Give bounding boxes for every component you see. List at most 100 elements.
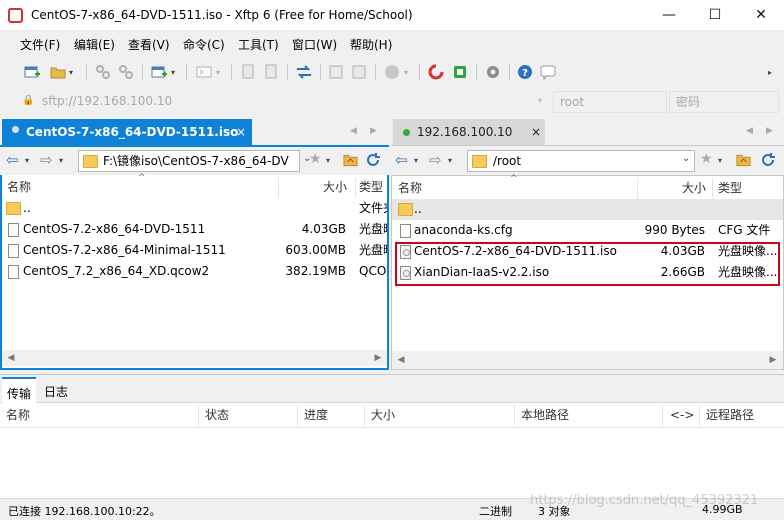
xshell-icon[interactable] (428, 64, 444, 80)
refresh-icon[interactable] (760, 152, 776, 168)
chat-icon[interactable] (540, 64, 556, 80)
file-icon (400, 223, 411, 238)
tab-scroll-left-icon[interactable]: ◀ (746, 126, 753, 136)
menu-edit[interactable]: 编辑(E) (74, 36, 115, 53)
col-local-path[interactable]: 本地路径 (521, 405, 569, 426)
col-remote-path[interactable]: 远程路径 (706, 405, 754, 426)
list-item[interactable]: .. 文件夹 (2, 198, 387, 219)
tab-remote[interactable]: 192.168.100.10 × (393, 119, 545, 145)
col-size[interactable]: 大小 (682, 178, 706, 199)
local-path-field[interactable]: F:\镜像iso\CentOS-7-x86_64-DV (78, 150, 300, 172)
host-input[interactable]: sftp://192.168.100.10 (36, 91, 552, 113)
password-input[interactable]: 密码 (669, 91, 779, 113)
new-tab-dropdown-icon[interactable]: ▾ (171, 68, 175, 77)
list-item[interactable]: .. (392, 199, 783, 220)
tab-local[interactable]: CentOS-7-x86_64-DVD-1511.iso × (2, 119, 252, 145)
file-size: 382.19MB (285, 264, 346, 278)
scroll-right-icon[interactable]: ▶ (371, 351, 385, 365)
toolbar-overflow-icon[interactable]: ▸ (768, 68, 772, 77)
list-item[interactable]: anaconda-ks.cfg 990 Bytes CFG 文件 (392, 220, 783, 241)
tab-transfer[interactable]: 传输 (2, 377, 36, 403)
local-h-scrollbar[interactable]: ◀ ▶ (2, 350, 387, 366)
remote-path-field[interactable]: /root (467, 150, 695, 172)
terminal-dropdown-icon[interactable]: ▾ (216, 68, 220, 77)
bookmark-dropdown-icon[interactable]: ▾ (326, 156, 330, 165)
local-list-header: 名称 ^ 大小 类型 (2, 173, 387, 198)
highlight-box (395, 242, 780, 286)
menu-window[interactable]: 窗口(W) (292, 36, 337, 53)
forward-dropdown-icon[interactable]: ▾ (59, 156, 63, 165)
terminal-icon[interactable] (196, 64, 212, 80)
gear-icon[interactable] (485, 64, 501, 80)
back-dropdown-icon[interactable]: ▾ (25, 156, 29, 165)
home-folder-icon[interactable] (736, 153, 751, 167)
remote-h-scrollbar[interactable]: ◀ ▶ (392, 351, 783, 369)
col-name[interactable]: 名称 (398, 178, 422, 199)
forward-icon[interactable]: ⇨ (429, 151, 442, 169)
new-session-icon[interactable] (24, 64, 40, 80)
transfer-mode[interactable]: 二进制 (479, 503, 512, 519)
new-tab-icon[interactable] (151, 64, 167, 80)
disconnect-icon[interactable] (118, 64, 134, 80)
open-dropdown-icon[interactable]: ▾ (69, 68, 73, 77)
list-item[interactable]: CentOS-7.2-x86_64-DVD-1511 4.03GB 光盘映像文件 (2, 219, 387, 240)
home-folder-icon[interactable] (343, 153, 358, 167)
connect-icon[interactable] (95, 64, 111, 80)
star-icon[interactable]: ★ (309, 151, 322, 167)
menu-file[interactable]: 文件(F) (20, 36, 60, 53)
list-item[interactable]: CentOS-7.2-x86_64-Minimal-1511 603.00MB … (2, 240, 387, 261)
col-transfer-status[interactable]: 状态 (205, 405, 229, 426)
maximize-button[interactable]: ☐ (692, 0, 738, 31)
menu-tools[interactable]: 工具(T) (238, 36, 279, 53)
menu-command[interactable]: 命令(C) (183, 36, 225, 53)
col-direction[interactable]: <-> (670, 405, 694, 426)
close-button[interactable]: ✕ (738, 0, 784, 31)
username-input[interactable]: root (553, 91, 667, 113)
globe-dropdown-icon[interactable]: ▾ (404, 68, 408, 77)
col-type[interactable]: 类型 (718, 178, 742, 199)
address-bar: 🔒 sftp://192.168.100.10 ▾ root 密码 (0, 88, 784, 116)
tab-log[interactable]: 日志 (44, 383, 68, 400)
open-folder-icon[interactable] (50, 64, 66, 80)
globe-icon[interactable] (384, 64, 400, 80)
col-type[interactable]: 类型 (359, 177, 383, 198)
path-dropdown-icon[interactable]: ⌄ (682, 153, 690, 164)
star-icon[interactable]: ★ (700, 151, 713, 167)
transfer-tabs: 传输 日志 (0, 375, 784, 403)
connection-status: 已连接 192.168.100.10:22。 (8, 505, 161, 518)
back-icon[interactable]: ⇦ (395, 151, 408, 169)
tab-scroll-right-icon[interactable]: ▶ (370, 126, 377, 136)
col-size[interactable]: 大小 (323, 177, 347, 198)
folder-icon (83, 155, 98, 168)
paste-icon[interactable] (263, 64, 279, 80)
folder-icon (6, 202, 21, 215)
col-transfer-size[interactable]: 大小 (371, 405, 395, 426)
bookmark-dropdown-icon[interactable]: ▾ (718, 156, 722, 165)
forward-icon[interactable]: ⇨ (40, 151, 53, 169)
menu-view[interactable]: 查看(V) (128, 36, 170, 53)
tab-scroll-right-icon[interactable]: ▶ (766, 126, 773, 136)
copy-icon[interactable] (240, 64, 256, 80)
tab-local-close-icon[interactable]: × (236, 125, 246, 139)
tab-scroll-left-icon[interactable]: ◀ (350, 126, 357, 136)
scroll-left-icon[interactable]: ◀ (4, 351, 18, 365)
col-name[interactable]: 名称 (7, 177, 31, 198)
forward-dropdown-icon[interactable]: ▾ (448, 156, 452, 165)
col-transfer-progress[interactable]: 进度 (304, 405, 328, 426)
refresh-icon[interactable] (365, 152, 381, 168)
menu-help[interactable]: 帮助(H) (350, 36, 392, 53)
delete-icon[interactable] (351, 64, 367, 80)
scroll-right-icon[interactable]: ▶ (766, 353, 780, 367)
back-icon[interactable]: ⇦ (6, 151, 19, 169)
help-icon[interactable]: ? (517, 64, 533, 80)
scroll-left-icon[interactable]: ◀ (394, 353, 408, 367)
col-transfer-name[interactable]: 名称 (6, 405, 30, 426)
xftp-icon[interactable] (452, 64, 468, 80)
back-dropdown-icon[interactable]: ▾ (414, 156, 418, 165)
host-dropdown-icon[interactable]: ▾ (538, 96, 542, 105)
tab-remote-close-icon[interactable]: × (531, 125, 541, 139)
list-item[interactable]: CentOS_7.2_x86_64_XD.qcow2 382.19MB QCOW… (2, 261, 387, 282)
minimize-button[interactable]: — (646, 0, 692, 31)
sync-transfer-icon[interactable] (296, 64, 312, 80)
properties-icon[interactable] (328, 64, 344, 80)
